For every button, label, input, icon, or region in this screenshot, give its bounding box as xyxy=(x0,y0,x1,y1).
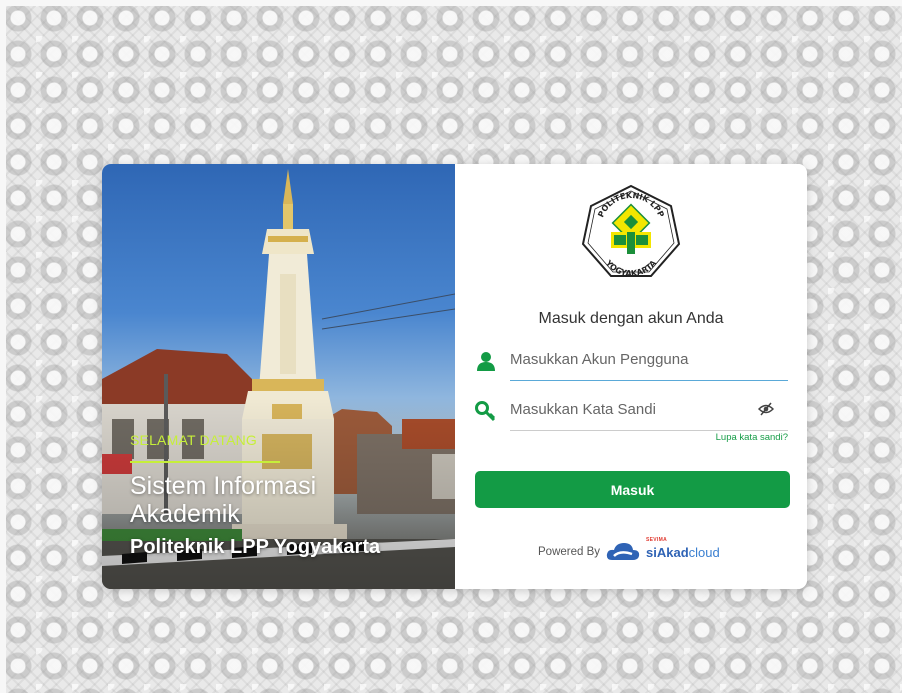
brand-prefix: siAkad xyxy=(646,544,689,560)
username-input[interactable] xyxy=(510,342,788,381)
login-card: SELAMAT DATANG Sistem Informasi Akademik… xyxy=(102,164,807,589)
login-button[interactable]: Masuk xyxy=(475,471,790,508)
brand-suffix: cloud xyxy=(688,544,720,560)
page-frame-left xyxy=(0,0,6,693)
system-title: Sistem Informasi Akademik xyxy=(130,472,317,528)
institution-name: Politeknik LPP Yogyakarta xyxy=(130,536,381,558)
login-form: POLITEKNIK LPP YOGYAKARTA Masuk dengan a… xyxy=(455,164,807,589)
institution-logo: POLITEKNIK LPP YOGYAKARTA xyxy=(581,184,681,278)
user-icon xyxy=(477,352,495,371)
brand-name: SEVIMA siAkadcloud xyxy=(646,537,720,560)
forgot-password-link[interactable]: Lupa kata sandi? xyxy=(716,432,788,443)
eye-slash-icon[interactable] xyxy=(758,402,774,416)
powered-by-label: Powered By xyxy=(538,546,601,558)
password-input[interactable] xyxy=(510,392,788,431)
hero-panel: SELAMAT DATANG Sistem Informasi Akademik… xyxy=(102,164,455,589)
key-icon xyxy=(475,401,496,422)
page-frame-top xyxy=(0,0,902,6)
brand-sub: SEVIMA xyxy=(646,536,667,543)
cloud-logo-icon xyxy=(606,543,640,560)
powered-by: Powered By SEVIMA siAkadcloud xyxy=(538,537,720,566)
welcome-text: SELAMAT DATANG xyxy=(130,432,258,448)
welcome-underline xyxy=(130,461,280,463)
form-heading: Masuk dengan akun Anda xyxy=(538,310,724,327)
